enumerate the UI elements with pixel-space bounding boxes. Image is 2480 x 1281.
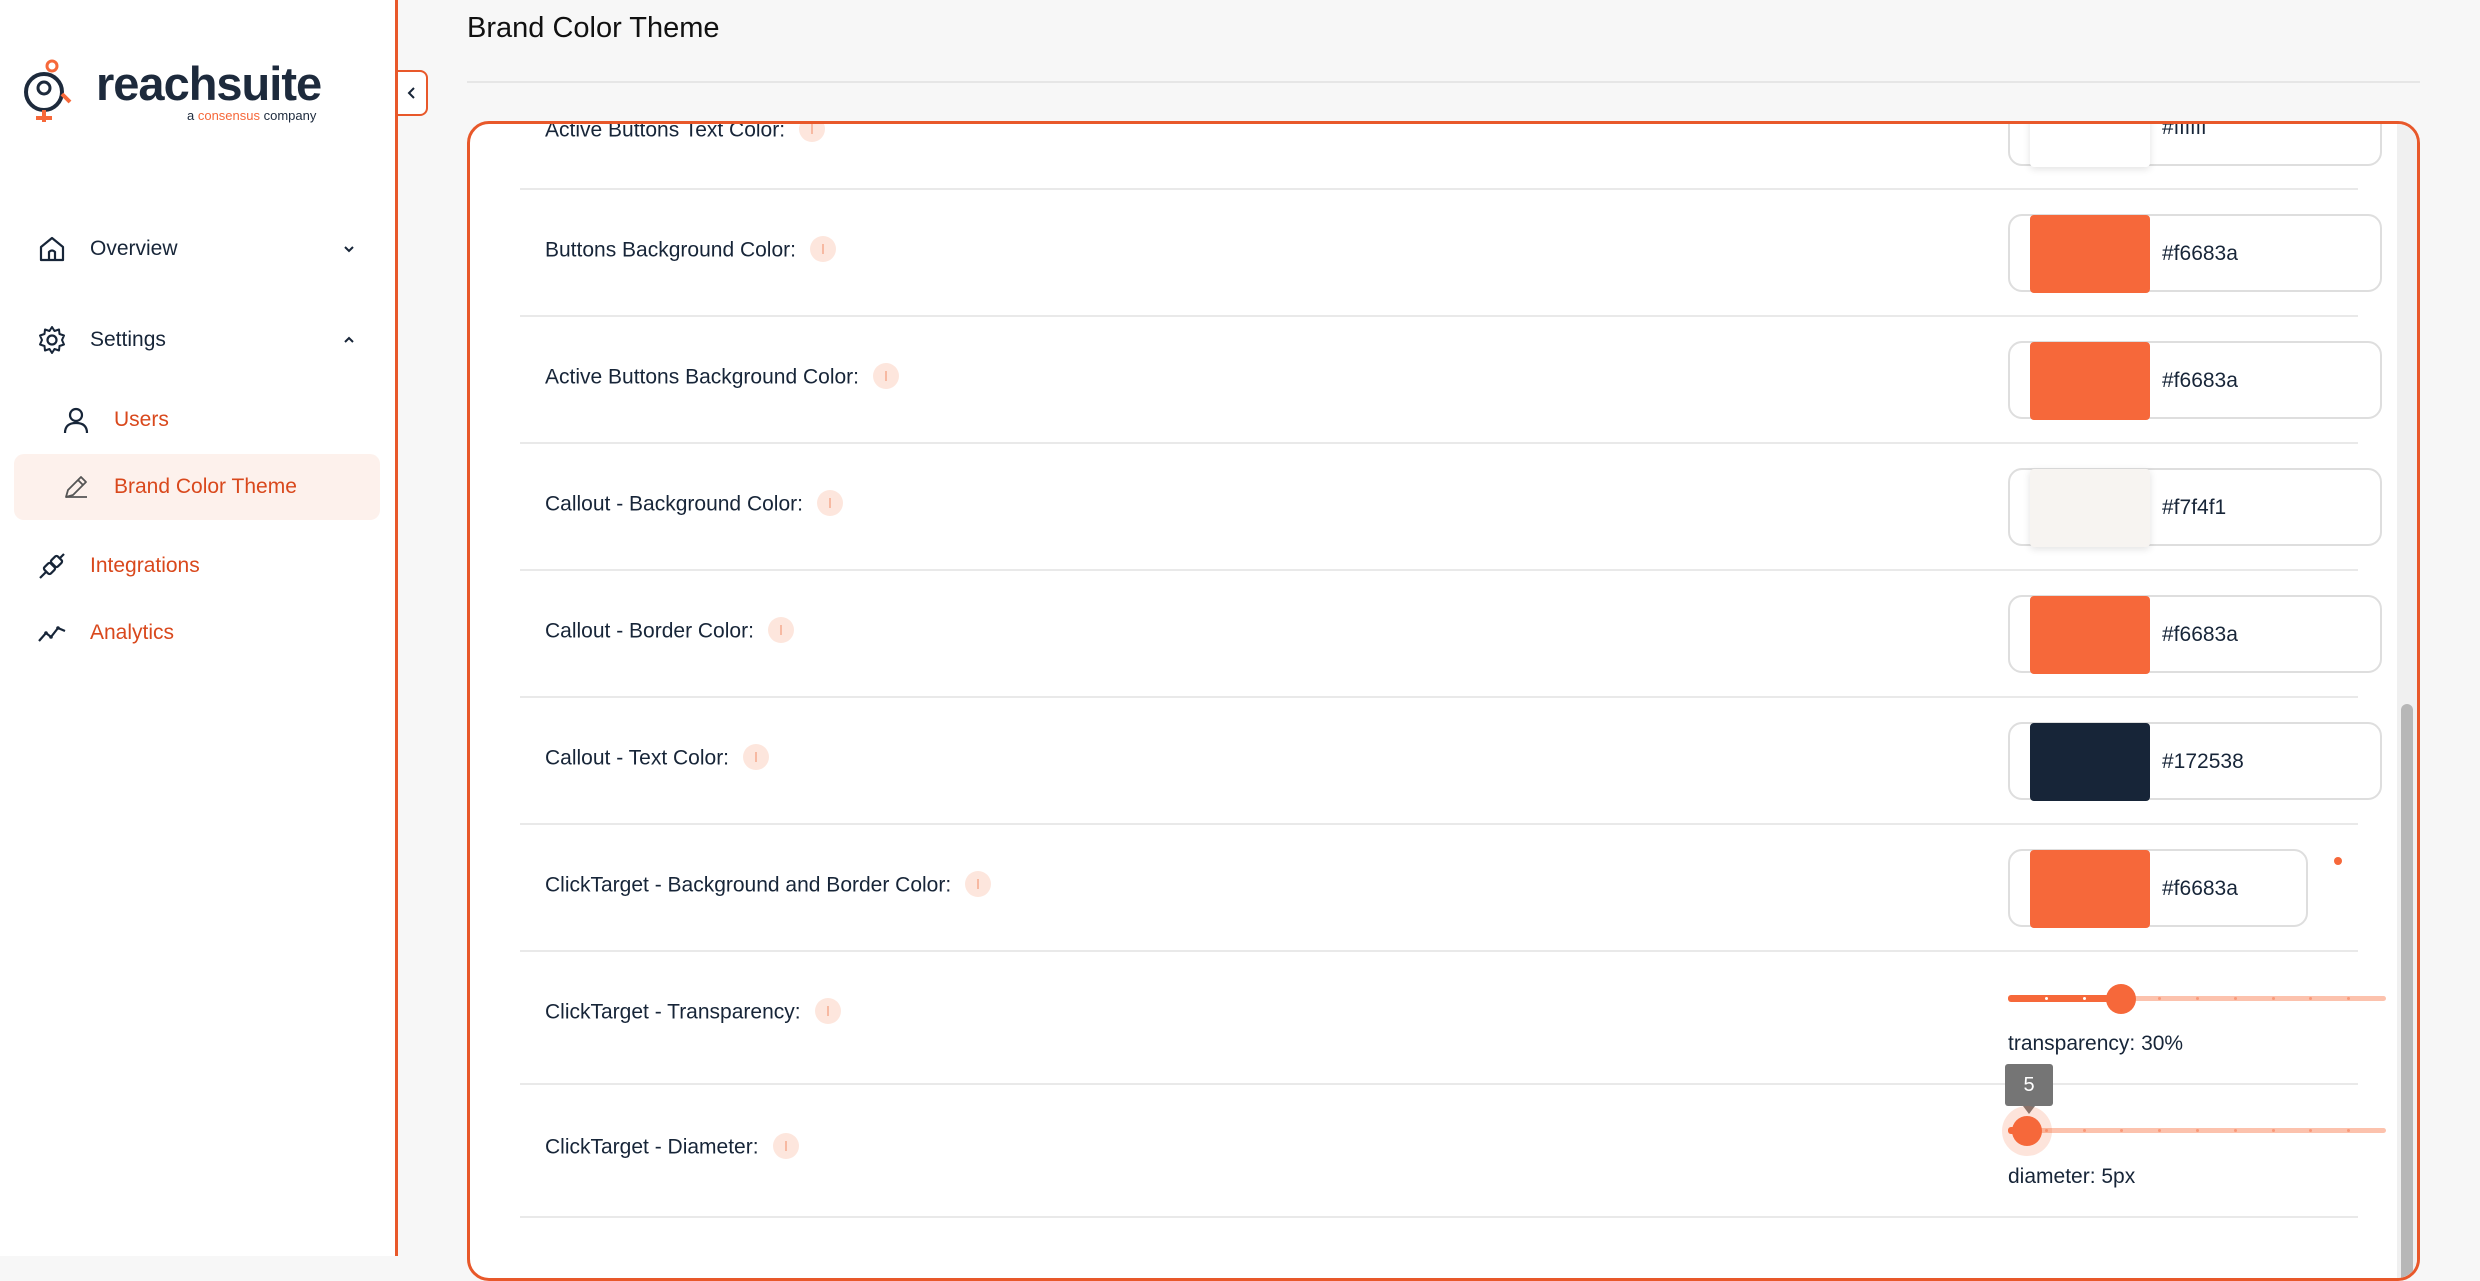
setting-label: ClickTarget - Background and Border Colo… — [545, 871, 992, 899]
color-swatch[interactable] — [2030, 469, 2150, 547]
slider-tick — [2044, 997, 2048, 1000]
status-dot — [2334, 857, 2342, 865]
logo-wordmark: reachsuite — [96, 57, 322, 110]
info-icon[interactable] — [816, 490, 843, 516]
sidebar-item-integrations[interactable]: Integrations — [14, 533, 380, 599]
chevron-up-icon[interactable] — [338, 329, 360, 351]
setting-label: ClickTarget - Diameter: — [545, 1133, 799, 1161]
color-hex-value[interactable]: #f6683a — [2162, 623, 2238, 647]
reachsuite-logo[interactable]: reachsuite a consensus company — [22, 56, 342, 128]
slider-tick — [2233, 997, 2237, 1000]
sidebar-item-label: Analytics — [90, 621, 175, 644]
sidebar-item-users[interactable]: Users — [14, 387, 380, 453]
trend-line-icon — [34, 615, 70, 651]
setting-row-callout-border-color: Callout - Border Color: #f6683a — [520, 571, 2382, 698]
info-icon[interactable] — [799, 124, 826, 142]
color-picker-field[interactable]: #172538 — [2008, 722, 2382, 801]
slider-fill — [2008, 995, 2122, 1002]
sidebar-item-settings[interactable]: Settings — [14, 307, 380, 373]
color-hex-value[interactable]: #f7f4f1 — [2162, 496, 2226, 520]
sidebar-item-label: Overview — [90, 237, 178, 260]
slider-tick — [2196, 997, 2199, 1000]
pencil-icon — [58, 469, 94, 505]
color-swatch[interactable] — [2030, 850, 2150, 928]
info-icon[interactable] — [814, 998, 841, 1024]
setting-row-callout-text-color: Callout - Text Color: #172538 — [520, 698, 2382, 825]
collapse-sidebar-button[interactable] — [398, 70, 428, 116]
slider-tick — [2044, 1129, 2048, 1132]
color-swatch[interactable] — [2030, 124, 2150, 167]
sidebar-item-label: Settings — [90, 328, 166, 351]
brand-color-settings-panel: Active Buttons Text Color: #ffffff Butto… — [467, 121, 2420, 1281]
scrollbar-thumb[interactable] — [2401, 704, 2413, 1278]
slider-tick — [2271, 1129, 2275, 1132]
logo-mark-icon — [24, 59, 72, 122]
chevron-left-icon — [407, 87, 415, 99]
setting-row-active-buttons-text-color: Active Buttons Text Color: #ffffff — [520, 124, 2382, 190]
color-picker-field[interactable]: #ffffff — [2008, 124, 2382, 167]
gear-icon — [34, 322, 70, 358]
color-hex-value[interactable]: #172538 — [2162, 750, 2244, 774]
color-swatch[interactable] — [2030, 215, 2150, 293]
setting-label: ClickTarget - Transparency: — [545, 998, 841, 1026]
sidebar-item-overview[interactable]: Overview — [14, 216, 380, 282]
setting-label: Buttons Background Color: — [545, 236, 836, 264]
plug-icon — [34, 548, 70, 584]
slider-thumb[interactable] — [2011, 1116, 2042, 1146]
sidebar-item-analytics[interactable]: Analytics — [14, 600, 380, 666]
info-icon[interactable] — [965, 871, 992, 897]
setting-row-clicktarget-background-border-color: ClickTarget - Background and Border Colo… — [520, 825, 2358, 952]
slider-tick — [2082, 997, 2086, 1000]
info-icon[interactable] — [809, 236, 836, 262]
slider-value-tooltip: 5 — [2005, 1064, 2053, 1114]
color-hex-value[interactable]: #f6683a — [2162, 877, 2238, 901]
logo-tagline: a consensus company — [187, 108, 317, 123]
info-icon[interactable] — [767, 617, 794, 643]
setting-label: Callout - Background Color: — [545, 490, 843, 518]
slider-thumb[interactable] — [2106, 984, 2137, 1014]
color-hex-value[interactable]: #f6683a — [2162, 369, 2238, 393]
slider-tick — [2233, 1129, 2237, 1132]
sidebar: reachsuite a consensus company Overview … — [0, 0, 398, 1256]
slider-tick — [2196, 1129, 2199, 1132]
setting-row-clicktarget-transparency: ClickTarget - Transparency: transparency… — [520, 952, 2386, 1085]
setting-row-active-buttons-background-color: Active Buttons Background Color: #f6683a — [520, 317, 2382, 444]
user-icon — [58, 402, 94, 438]
info-icon[interactable] — [873, 363, 899, 389]
color-picker-field[interactable]: #f6683a — [2008, 595, 2382, 674]
diameter-slider[interactable] — [2008, 1110, 2386, 1150]
setting-label: Callout - Border Color: — [545, 617, 794, 645]
color-picker-field[interactable]: #f6683a — [2008, 214, 2382, 293]
setting-row-buttons-background-color: Buttons Background Color: #f6683a — [520, 190, 2382, 317]
sidebar-item-label: Users — [114, 408, 169, 431]
setting-label: Active Buttons Text Color: — [545, 124, 826, 144]
color-hex-value[interactable]: #f6683a — [2162, 242, 2238, 266]
transparency-slider[interactable] — [2008, 978, 2386, 1018]
info-icon[interactable] — [772, 1133, 799, 1159]
sidebar-item-label: Integrations — [90, 554, 200, 577]
setting-label: Active Buttons Background Color: — [545, 363, 899, 391]
page-title: Brand Color Theme — [467, 12, 720, 44]
slider-tick — [2082, 1129, 2086, 1132]
sidebar-item-brand-color-theme[interactable]: Brand Color Theme — [14, 454, 380, 520]
slider-tick — [2271, 997, 2275, 1000]
setting-row-callout-background-color: Callout - Background Color: #f7f4f1 — [520, 444, 2382, 571]
panel-scrollbar[interactable] — [2397, 124, 2417, 1278]
color-hex-value[interactable]: #ffffff — [2162, 124, 2207, 140]
color-picker-field[interactable]: #f7f4f1 — [2008, 468, 2382, 547]
setting-label: Callout - Text Color: — [545, 744, 770, 772]
setting-row-clicktarget-diameter: ClickTarget - Diameter: 5 diameter: 5px — [520, 1064, 2386, 1218]
color-swatch[interactable] — [2030, 723, 2150, 801]
title-divider — [467, 81, 2420, 83]
color-swatch[interactable] — [2030, 342, 2150, 420]
diameter-value-caption: diameter: 5px — [2008, 1165, 2136, 1188]
color-swatch[interactable] — [2030, 596, 2150, 674]
color-picker-field[interactable]: #f6683a — [2008, 849, 2308, 928]
chevron-down-icon[interactable] — [338, 238, 360, 260]
transparency-value-caption: transparency: 30% — [2008, 1032, 2184, 1055]
info-icon[interactable] — [743, 744, 770, 770]
home-icon — [34, 231, 70, 267]
sidebar-item-label: Brand Color Theme — [114, 475, 297, 498]
color-picker-field[interactable]: #f6683a — [2008, 341, 2382, 420]
